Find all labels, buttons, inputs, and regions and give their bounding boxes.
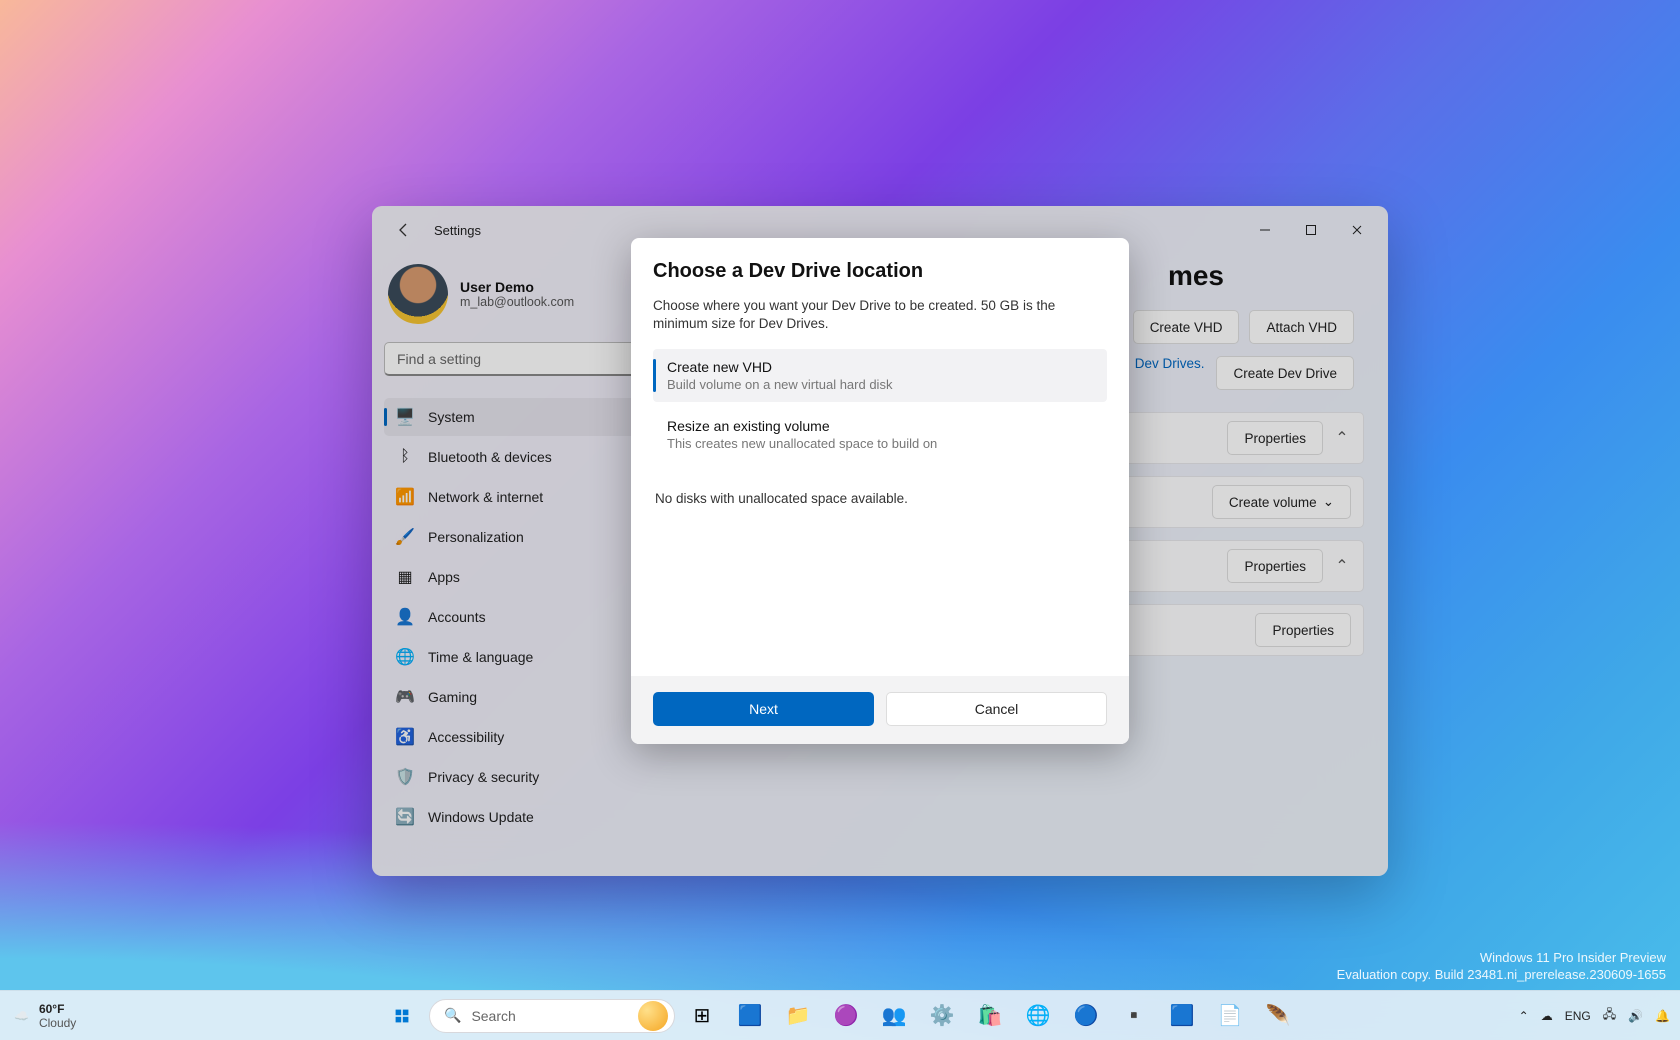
search-highlight-icon xyxy=(638,1001,668,1031)
copilot-icon[interactable]: 🟦 xyxy=(729,995,771,1037)
vscode-icon[interactable]: 🟦 xyxy=(1161,995,1203,1037)
cancel-button[interactable]: Cancel xyxy=(886,692,1107,726)
weather-icon: ☁️ xyxy=(14,1009,29,1023)
onedrive-icon[interactable]: ☁ xyxy=(1541,1009,1553,1023)
option-resize-volume[interactable]: Resize an existing volume This creates n… xyxy=(653,408,1107,461)
notifications-icon[interactable]: 🔔 xyxy=(1655,1009,1670,1023)
watermark: Windows 11 Pro Insider Preview Evaluatio… xyxy=(1337,949,1666,984)
volume-icon[interactable]: 🔊 xyxy=(1628,1009,1643,1023)
dev-drive-modal: Choose a Dev Drive location Choose where… xyxy=(631,238,1129,744)
taskbar-search[interactable]: 🔍 Search xyxy=(429,999,675,1033)
search-icon: 🔍 xyxy=(444,1007,461,1024)
edge-icon[interactable]: 🌐 xyxy=(1017,995,1059,1037)
no-disk-message: No disks with unallocated space availabl… xyxy=(655,491,1107,506)
notepad-icon[interactable]: 📄 xyxy=(1209,995,1251,1037)
store-icon[interactable]: 🛍️ xyxy=(969,995,1011,1037)
settings-window: Settings User Demo m_lab@outlook.com Fin… xyxy=(372,206,1388,876)
people-icon[interactable]: 👥 xyxy=(873,995,915,1037)
modal-overlay: Choose a Dev Drive location Choose where… xyxy=(372,206,1388,876)
explorer-icon[interactable]: 📁 xyxy=(777,995,819,1037)
start-button[interactable] xyxy=(381,995,423,1037)
task-view-icon[interactable]: ⊞ xyxy=(681,995,723,1037)
app-icon[interactable]: 🪶 xyxy=(1257,995,1299,1037)
weather-widget[interactable]: ☁️ 60°F Cloudy xyxy=(14,1002,76,1030)
terminal-icon[interactable]: ▪️ xyxy=(1113,995,1155,1037)
chrome-icon[interactable]: 🔵 xyxy=(1065,995,1107,1037)
language-indicator[interactable]: ENG xyxy=(1565,1009,1591,1023)
network-icon[interactable]: 🖧 xyxy=(1603,1005,1616,1026)
modal-description: Choose where you want your Dev Drive to … xyxy=(653,297,1107,333)
chevron-up-icon[interactable]: ⌃ xyxy=(1519,1009,1529,1023)
teams-icon[interactable]: 🟣 xyxy=(825,995,867,1037)
modal-title: Choose a Dev Drive location xyxy=(653,260,1107,283)
system-tray[interactable]: ⌃ ☁ ENG 🖧 🔊 🔔 xyxy=(1519,1005,1670,1026)
taskbar: ☁️ 60°F Cloudy 🔍 Search ⊞ 🟦 📁 🟣 👥 ⚙️ 🛍️ … xyxy=(0,990,1680,1040)
next-button[interactable]: Next xyxy=(653,692,874,726)
settings-icon[interactable]: ⚙️ xyxy=(921,995,963,1037)
option-create-new-vhd[interactable]: Create new VHD Build volume on a new vir… xyxy=(653,349,1107,402)
